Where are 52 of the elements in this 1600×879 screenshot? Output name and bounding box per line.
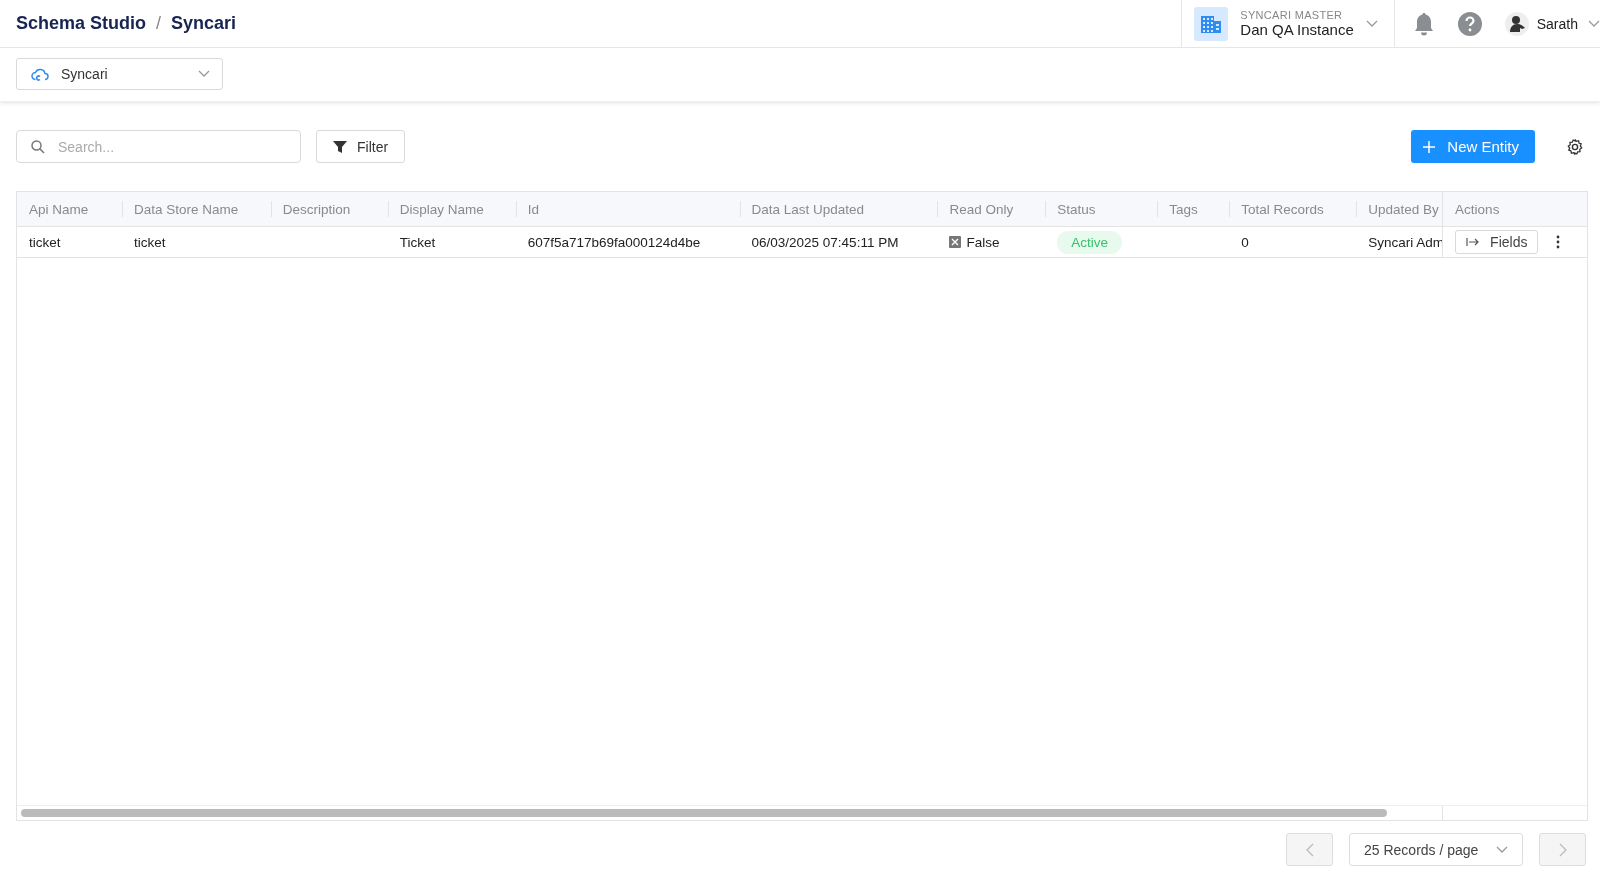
- source-select[interactable]: Syncari: [16, 58, 223, 90]
- column-header[interactable]: Read Only: [937, 192, 1046, 226]
- instance-name: Dan QA Instance: [1240, 21, 1354, 38]
- column-header[interactable]: Id: [515, 192, 740, 226]
- column-header[interactable]: Updated By: [1356, 192, 1443, 226]
- new-entity-button[interactable]: New Entity: [1411, 130, 1535, 163]
- instance-switcher[interactable]: SYNCARI MASTER Dan QA Instance: [1181, 0, 1395, 47]
- table-cell: 0: [1241, 234, 1249, 250]
- plus-icon: [1423, 140, 1436, 153]
- search-field[interactable]: Search...: [16, 130, 301, 163]
- scrollbar-thumb[interactable]: [21, 809, 1387, 817]
- help-icon[interactable]: [1456, 10, 1483, 37]
- status-badge: Active: [1057, 230, 1123, 254]
- column-header[interactable]: Display Name: [387, 192, 516, 226]
- table-cell: ticket: [133, 234, 166, 250]
- column-header[interactable]: Data Last Updated: [739, 192, 938, 226]
- breadcrumb-separator: /: [156, 13, 162, 34]
- column-header[interactable]: Actions: [1442, 192, 1587, 226]
- filter-button[interactable]: Filter: [316, 130, 406, 163]
- table-cell: 06/03/2025 07:45:11 PM: [751, 234, 899, 250]
- fields-button[interactable]: Fields: [1455, 230, 1539, 254]
- column-header[interactable]: Status: [1045, 192, 1158, 226]
- table-cell: False: [966, 234, 1000, 250]
- chevron-down-icon: [1496, 845, 1508, 854]
- arrow-into-bar-icon: [1466, 237, 1481, 247]
- column-header[interactable]: Api Name: [17, 192, 122, 226]
- building-icon: [1200, 13, 1223, 34]
- chevron-down-icon: [198, 70, 210, 78]
- table-cell: Syncari Adm: [1368, 234, 1443, 250]
- breadcrumb-link[interactable]: Schema Studio: [16, 13, 147, 34]
- chevron-left-icon: [1305, 842, 1314, 857]
- table-cell: ticket: [29, 234, 61, 250]
- instance-label: SYNCARI MASTER: [1240, 9, 1344, 21]
- table-cell: 607f5a717b69fa000124d4be: [527, 234, 701, 250]
- chevron-down-icon: [1365, 19, 1378, 28]
- chevron-down-icon: [1588, 19, 1600, 28]
- avatar-icon: [1507, 14, 1526, 33]
- user-name[interactable]: Sarath: [1536, 15, 1578, 32]
- column-header[interactable]: Description: [270, 192, 388, 226]
- page-title: Syncari: [171, 13, 237, 34]
- column-header[interactable]: Data Store Name: [121, 192, 271, 226]
- funnel-icon: [333, 139, 347, 154]
- cloud-icon: [31, 67, 49, 81]
- page-size-select[interactable]: 25 Records / page: [1349, 833, 1523, 866]
- more-icon[interactable]: [1556, 235, 1561, 249]
- chevron-right-icon: [1558, 842, 1567, 857]
- settings-icon[interactable]: [1566, 137, 1584, 156]
- table-cell: Ticket: [399, 234, 436, 250]
- bell-icon[interactable]: [1412, 11, 1435, 36]
- column-header[interactable]: Tags: [1157, 192, 1230, 226]
- x-box-icon: [949, 236, 962, 248]
- column-header[interactable]: Total Records: [1229, 192, 1357, 226]
